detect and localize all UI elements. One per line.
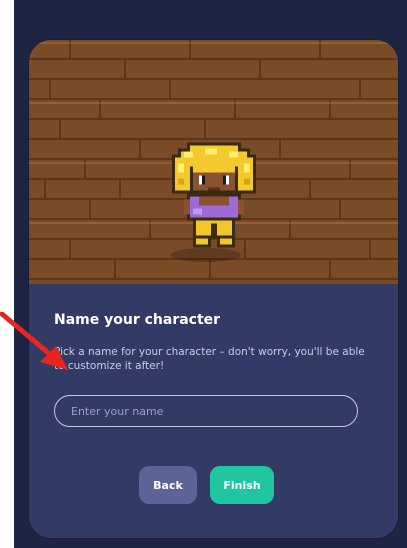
dialog-title: Name your character <box>54 312 221 328</box>
pixel-character-icon <box>172 142 256 248</box>
red-arrow-icon <box>0 312 68 370</box>
character-name-input[interactable] <box>54 395 358 427</box>
character-preview-scene <box>29 40 398 284</box>
back-button[interactable]: Back <box>139 466 197 504</box>
finish-button[interactable]: Finish <box>210 466 274 504</box>
name-form-panel: Name your character Pick a name for your… <box>29 284 398 538</box>
dialog-description: Pick a name for your character – don't w… <box>54 346 365 372</box>
character-setup-dialog: Name your character Pick a name for your… <box>29 40 398 538</box>
